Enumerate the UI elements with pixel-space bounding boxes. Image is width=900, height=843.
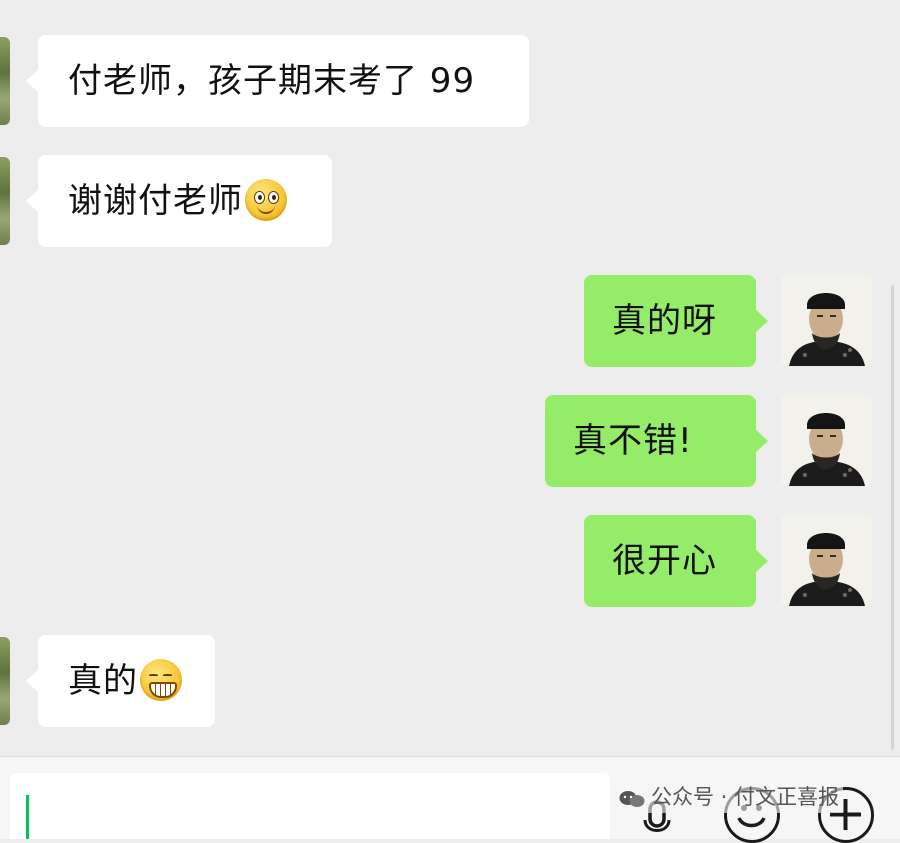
watermark-text: 公众号 · 付文正喜报	[651, 785, 840, 809]
contact-avatar[interactable]	[0, 637, 10, 725]
sent-message-bubble[interactable]: 真的呀	[584, 275, 768, 367]
text-cursor	[26, 795, 29, 839]
sent-message-bubble[interactable]: 真不错!	[545, 395, 768, 487]
user-avatar[interactable]	[781, 275, 872, 366]
received-message-bubble[interactable]: 谢谢付老师	[26, 155, 332, 247]
message-input[interactable]	[10, 773, 610, 839]
message-text: 真的	[68, 661, 138, 701]
portrait-image	[781, 515, 872, 606]
received-message-bubble[interactable]: 付老师，孩子期末考了 99	[26, 35, 529, 127]
scrollbar[interactable]	[891, 285, 894, 750]
smile-emoji-icon	[245, 178, 287, 221]
grin-emoji-icon	[140, 658, 182, 701]
wechat-icon	[619, 789, 645, 807]
message-text: 付老师，孩子期末考了 99	[68, 61, 476, 101]
message-text: 很开心	[612, 541, 717, 581]
portrait-image	[781, 395, 872, 486]
user-avatar[interactable]	[781, 515, 872, 606]
message-text: 真的呀	[612, 301, 717, 341]
message-text: 真不错!	[573, 421, 693, 461]
contact-avatar[interactable]	[0, 157, 10, 245]
message-text: 谢谢付老师	[68, 181, 243, 221]
received-message-bubble[interactable]: 真的	[26, 635, 215, 727]
contact-avatar[interactable]	[0, 37, 10, 125]
portrait-image	[781, 275, 872, 366]
watermark: 公众号 · 付文正喜报	[615, 779, 844, 813]
chat-area[interactable]: 付老师，孩子期末考了 99 谢谢付老师 真的呀 真不错! 很开心 真的	[0, 0, 900, 756]
user-avatar[interactable]	[781, 395, 872, 486]
sent-message-bubble[interactable]: 很开心	[584, 515, 768, 607]
